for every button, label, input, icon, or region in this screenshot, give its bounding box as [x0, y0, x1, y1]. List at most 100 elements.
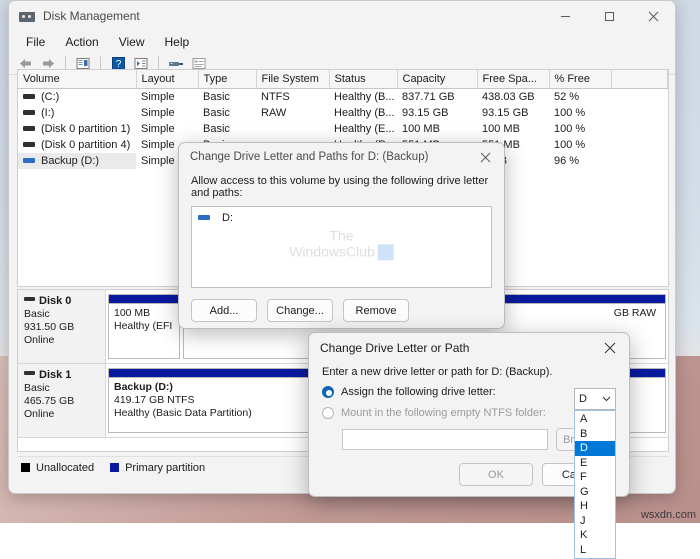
cell-percent: 100 % — [554, 139, 586, 151]
menu-help[interactable]: Help — [156, 33, 199, 51]
dialog2-title-bar: Change Drive Letter or Path — [309, 333, 629, 363]
column-header-status[interactable]: Status — [329, 70, 398, 89]
disk-size: 465.75 GB — [24, 395, 75, 407]
menu-file[interactable]: File — [17, 33, 54, 51]
column-header-free-space[interactable]: Free Spa... — [477, 70, 550, 89]
window-controls — [543, 1, 675, 31]
watermark-line-1: The — [329, 227, 354, 244]
column-header-type[interactable]: Type — [198, 70, 257, 89]
column-header-capacity[interactable]: Capacity — [397, 70, 478, 89]
dropdown-option-h[interactable]: H — [575, 499, 615, 514]
assign-drive-letter-radio[interactable] — [322, 386, 334, 398]
column-header-percent-free[interactable]: % Free — [549, 70, 612, 89]
mount-ntfs-folder-radio[interactable] — [322, 407, 334, 419]
list-item[interactable]: D: — [198, 212, 485, 224]
column-header-file-system[interactable]: File System — [256, 70, 330, 89]
dropdown-option-d[interactable]: D — [575, 441, 615, 456]
volume-icon — [23, 93, 35, 99]
menu-view[interactable]: View — [110, 33, 154, 51]
cell-volume: Backup (D:) — [41, 155, 100, 167]
dialog1-close-icon[interactable] — [472, 145, 498, 169]
dropdown-option-a[interactable]: A — [575, 412, 615, 427]
disk-info-1: Disk 1 Basic 465.75 GB Online — [18, 364, 106, 437]
disk-icon — [24, 297, 35, 302]
cell-type: Basic — [203, 91, 230, 103]
dialog2-close-icon[interactable] — [597, 336, 623, 360]
dialog2-title: Change Drive Letter or Path — [320, 341, 470, 355]
cell-type: Basic — [203, 123, 230, 135]
windowsclub-watermark: The WindowsClub — [289, 227, 394, 261]
change-button[interactable]: Change... — [267, 299, 333, 322]
volume-icon — [23, 125, 35, 131]
dialog1-instruction: Allow access to this volume by using the… — [191, 175, 489, 199]
column-header-volume[interactable]: Volume — [18, 70, 137, 89]
chevron-down-icon — [602, 394, 611, 404]
legend-label-unallocated: Unallocated — [36, 461, 95, 474]
dialog2-instruction: Enter a new drive letter or path for D: … — [322, 366, 553, 378]
cell-volume: (Disk 0 partition 4) — [41, 139, 131, 151]
cell-layout: Simple — [141, 107, 175, 119]
partition-color-bar — [109, 295, 179, 304]
cell-percent: 52 % — [554, 91, 580, 103]
legend-swatch-primary — [110, 463, 120, 472]
disk-size: 931.50 GB — [24, 321, 75, 333]
cell-file-system — [256, 121, 329, 137]
partition-size: 100 MB — [114, 307, 151, 319]
title-bar: Disk Management — [9, 1, 675, 31]
drive-paths-list[interactable]: D: The WindowsClub — [191, 206, 492, 288]
table-row[interactable]: (Disk 0 partition 1) Simple Basic Health… — [18, 121, 668, 137]
partition-title: Backup (D:) — [114, 381, 173, 393]
disk-type: Basic — [24, 308, 50, 320]
cell-capacity: 837.71 GB — [402, 91, 455, 103]
maximize-button[interactable] — [587, 1, 631, 31]
dropdown-option-b[interactable]: B — [575, 427, 615, 442]
cell-volume: (C:) — [41, 91, 60, 103]
mount-path-input[interactable] — [342, 429, 548, 450]
cell-layout: Simple — [141, 91, 175, 103]
cell-free: 93.15 GB — [482, 107, 529, 119]
disk-state: Online — [24, 408, 55, 420]
window-title: Disk Management — [43, 9, 140, 23]
assign-drive-letter-radio-row[interactable]: Assign the following drive letter: — [322, 386, 616, 398]
minimize-button[interactable] — [543, 1, 587, 31]
dialog1-buttons: Add... Change... Remove — [191, 299, 492, 322]
dropdown-option-j[interactable]: J — [575, 514, 615, 529]
watermark-square-icon — [377, 244, 394, 261]
cell-percent: 96 % — [554, 155, 580, 167]
drive-letter-combobox[interactable]: D — [574, 388, 616, 410]
table-row[interactable]: (C:) Simple Basic NTFS Healthy (B... 837… — [18, 89, 668, 106]
table-row[interactable]: (I:) Simple Basic RAW Healthy (B... 93.1… — [18, 105, 668, 121]
dropdown-option-k[interactable]: K — [575, 528, 615, 543]
column-header-layout[interactable]: Layout — [136, 70, 199, 89]
mount-ntfs-folder-radio-row[interactable]: Mount in the following empty NTFS folder… — [322, 407, 616, 419]
drive-letter-dropdown-list[interactable]: A B D E F G H J K L — [574, 410, 616, 559]
disk-type: Basic — [24, 382, 50, 394]
cell-volume: (Disk 0 partition 1) — [41, 123, 131, 135]
cell-type: Basic — [203, 107, 230, 119]
dropdown-option-f[interactable]: F — [575, 470, 615, 485]
cell-file-system: RAW — [261, 107, 287, 119]
list-item-label: D: — [222, 212, 233, 224]
menu-bar: File Action View Help — [9, 31, 675, 53]
dropdown-option-e[interactable]: E — [575, 456, 615, 471]
legend-swatch-unallocated — [21, 463, 30, 472]
disk-management-icon — [19, 10, 35, 23]
cell-percent: 100 % — [554, 123, 586, 135]
volume-icon — [23, 109, 35, 115]
cell-status: Healthy (B... — [334, 107, 395, 119]
cell-percent: 100 % — [554, 107, 586, 119]
remove-button[interactable]: Remove — [343, 299, 409, 322]
cell-blank — [611, 105, 668, 121]
disk-state: Online — [24, 334, 55, 346]
dropdown-option-l[interactable]: L — [575, 543, 615, 558]
change-drive-letter-and-paths-dialog: Change Drive Letter and Paths for D: (Ba… — [178, 142, 505, 329]
column-header-blank[interactable] — [611, 70, 668, 89]
menu-action[interactable]: Action — [56, 33, 107, 51]
dialog1-title-bar: Change Drive Letter and Paths for D: (Ba… — [179, 143, 504, 171]
partition-block[interactable]: 100 MB Healthy (EFI — [108, 294, 180, 359]
cell-layout: Simple — [141, 123, 175, 135]
ok-button[interactable]: OK — [459, 463, 533, 486]
dropdown-option-g[interactable]: G — [575, 485, 615, 500]
close-button[interactable] — [631, 1, 675, 31]
add-button[interactable]: Add... — [191, 299, 257, 322]
